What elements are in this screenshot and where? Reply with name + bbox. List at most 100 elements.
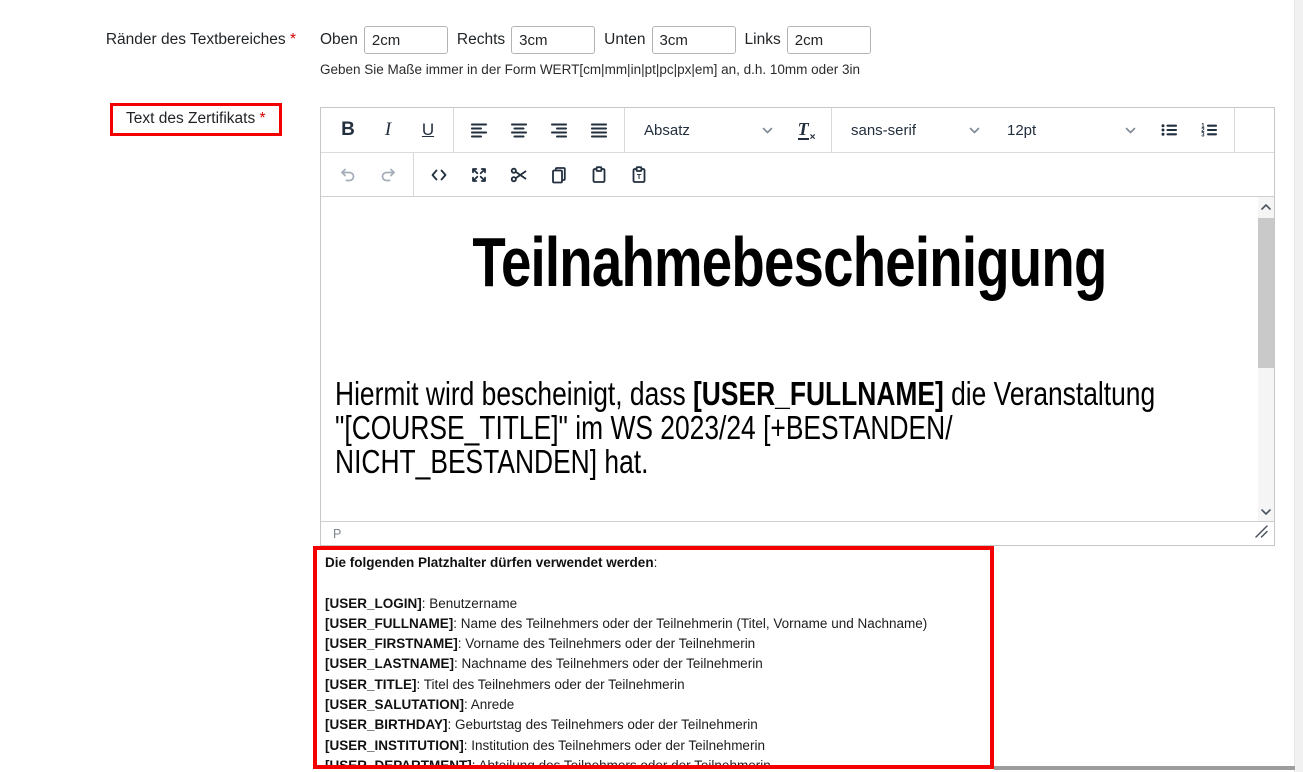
italic-icon: I xyxy=(385,119,391,141)
align-left-button[interactable] xyxy=(462,113,496,147)
margin-right-group: Rechts xyxy=(457,26,595,54)
italic-button[interactable]: I xyxy=(371,113,405,147)
margin-bottom-input[interactable] xyxy=(652,26,736,54)
placeholder-item: [USER_BIRTHDAY]: Geburtstag des Teilnehm… xyxy=(325,715,982,735)
certificate-text-label: Text des Zertifikats xyxy=(126,110,255,127)
placeholder-item: [USER_LASTNAME]: Nachname des Teilnehmer… xyxy=(325,654,982,674)
source-code-icon xyxy=(430,166,448,184)
editor-toolbar-row1: B I U Absatz T× xyxy=(321,108,1274,153)
margin-right-label: Rechts xyxy=(457,26,505,54)
required-asterisk: * xyxy=(290,31,296,48)
margin-bottom-label: Unten xyxy=(604,26,645,54)
align-center-button[interactable] xyxy=(502,113,536,147)
paste-button[interactable] xyxy=(582,158,616,192)
bottom-edge-line xyxy=(994,766,1295,770)
fullscreen-button[interactable] xyxy=(462,158,496,192)
font-family-value: sans-serif xyxy=(851,122,916,139)
element-path: P xyxy=(333,527,341,541)
placeholder-item: [USER_FIRSTNAME]: Vorname des Teilnehmer… xyxy=(325,634,982,654)
margin-left-group: Links xyxy=(745,26,871,54)
placeholder-item: [USER_FULLNAME]: Name des Teilnehmers od… xyxy=(325,614,982,634)
block-format-select[interactable]: Absatz xyxy=(633,113,783,147)
align-center-icon xyxy=(510,121,528,139)
toolbar-separator xyxy=(624,108,625,152)
numbered-list-button[interactable]: 1 2 3 xyxy=(1192,113,1226,147)
toolbar-separator xyxy=(413,153,414,196)
certificate-settings-form: Ränder des Textbereiches * Oben Rechts U… xyxy=(0,0,1303,772)
align-justify-button[interactable] xyxy=(582,113,616,147)
chevron-up-icon xyxy=(1261,204,1271,210)
cut-button[interactable] xyxy=(502,158,536,192)
bold-icon: B xyxy=(341,119,355,141)
rich-text-editor: B I U Absatz T× xyxy=(320,107,1275,546)
margin-bottom-group: Unten xyxy=(604,26,735,54)
font-size-value: 12pt xyxy=(1007,122,1036,139)
chevron-down-icon xyxy=(1261,509,1271,515)
scroll-down-button[interactable] xyxy=(1258,503,1274,520)
clear-formatting-button[interactable]: T× xyxy=(789,113,823,147)
scroll-up-button[interactable] xyxy=(1258,198,1274,215)
underline-button[interactable]: U xyxy=(411,113,445,147)
bullet-list-icon xyxy=(1160,121,1178,139)
certificate-text-label-highlight: Text des Zertifikats * xyxy=(110,103,282,136)
certificate-paragraph: Hiermit wird bescheinigt, dass [USER_FUL… xyxy=(335,377,1062,479)
editor-scrollbar[interactable] xyxy=(1258,197,1274,521)
placeholder-intro: Die folgenden Platzhalter dürfen verwend… xyxy=(325,553,982,573)
placeholder-item: [USER_SALUTATION]: Anrede xyxy=(325,695,982,715)
chevron-down-icon xyxy=(969,127,980,134)
browser-scrollbar-strip[interactable] xyxy=(1294,0,1303,772)
align-left-icon xyxy=(470,121,488,139)
bullet-list-button[interactable] xyxy=(1152,113,1186,147)
placeholder-help-highlight: Die folgenden Platzhalter dürfen verwend… xyxy=(313,546,994,769)
placeholder-item: [USER_LOGIN]: Benutzername xyxy=(325,594,982,614)
paragraph-line: Hiermit wird bescheinigt, dass [USER_FUL… xyxy=(335,377,1062,411)
resize-grip-icon xyxy=(1255,525,1268,538)
margin-top-label: Oben xyxy=(320,26,358,54)
editor-statusbar: P xyxy=(321,521,1274,545)
bold-button[interactable]: B xyxy=(331,113,365,147)
chevron-down-icon xyxy=(1125,127,1136,134)
align-right-button[interactable] xyxy=(542,113,576,147)
margin-inputs-row: Oben Rechts Unten Links xyxy=(320,26,880,54)
margins-label-text: Ränder des Textbereiches xyxy=(106,31,286,48)
toolbar-separator xyxy=(1234,108,1235,152)
align-justify-icon xyxy=(590,121,608,139)
margin-right-input[interactable] xyxy=(511,26,595,54)
block-format-value: Absatz xyxy=(644,122,690,139)
fullscreen-icon xyxy=(470,166,488,184)
margin-top-input[interactable] xyxy=(364,26,448,54)
source-code-button[interactable] xyxy=(422,158,456,192)
editor-toolbar-row2: T xyxy=(321,153,1274,197)
paste-as-text-button[interactable]: T xyxy=(622,158,656,192)
paragraph-line: "[COURSE_TITLE]" im WS 2023/24 [+BESTAND… xyxy=(335,411,1062,445)
undo-button[interactable] xyxy=(331,158,365,192)
scrollbar-thumb[interactable] xyxy=(1258,218,1274,368)
redo-icon xyxy=(379,166,397,184)
undo-icon xyxy=(339,166,357,184)
underline-icon: U xyxy=(422,120,434,140)
redo-button[interactable] xyxy=(371,158,405,192)
placeholder-item: [USER_TITLE]: Titel des Teilnehmers oder… xyxy=(325,675,982,695)
align-right-icon xyxy=(550,121,568,139)
required-asterisk: * xyxy=(260,110,266,127)
svg-text:3: 3 xyxy=(1201,132,1205,138)
margin-left-label: Links xyxy=(745,26,781,54)
toolbar-separator xyxy=(453,108,454,152)
paste-clipboard-icon xyxy=(590,166,608,184)
margins-field-label: Ränder des Textbereiches * xyxy=(0,31,296,49)
placeholder-item: [USER_INSTITUTION]: Institution des Teil… xyxy=(325,736,982,756)
certificate-heading: Teilnahmebescheinigung xyxy=(335,227,1244,297)
cut-scissors-icon xyxy=(510,166,528,184)
resize-handle[interactable] xyxy=(1255,525,1268,543)
copy-button[interactable] xyxy=(542,158,576,192)
copy-icon xyxy=(550,166,568,184)
editor-content-area[interactable]: Teilnahmebescheinigung Hiermit wird besc… xyxy=(321,197,1274,521)
paragraph-line: NICHT_BESTANDEN] hat. xyxy=(335,445,1062,479)
margin-top-group: Oben xyxy=(320,26,448,54)
clear-formatting-icon: T× xyxy=(798,120,815,140)
font-size-select[interactable]: 12pt xyxy=(996,113,1146,147)
font-family-select[interactable]: sans-serif xyxy=(840,113,990,147)
numbered-list-icon: 1 2 3 xyxy=(1200,121,1218,139)
margin-left-input[interactable] xyxy=(787,26,871,54)
placeholder-item: [USER_DEPARTMENT]: Abteilung des Teilneh… xyxy=(325,756,982,769)
